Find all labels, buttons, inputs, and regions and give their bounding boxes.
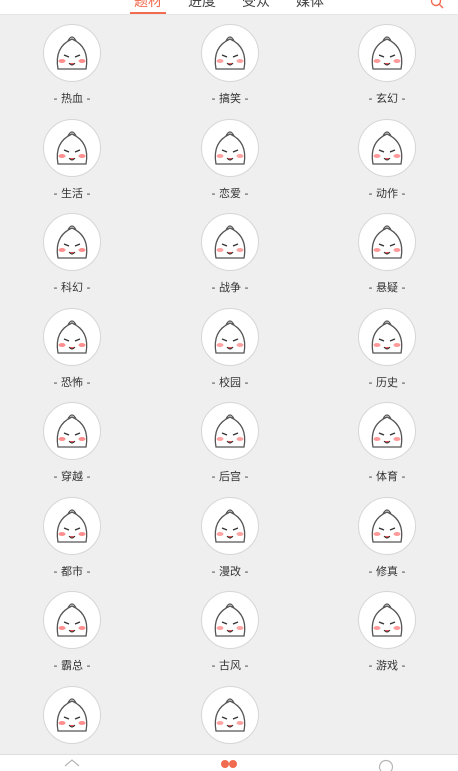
genre-item[interactable]: - 后宫 - xyxy=(170,392,290,486)
tab-progress[interactable]: 进度 xyxy=(184,0,220,14)
horror-icon xyxy=(43,308,101,366)
war-icon xyxy=(201,213,259,271)
genre-item[interactable]: - 动作 - xyxy=(327,109,447,203)
romance-icon xyxy=(201,119,259,177)
genre-label: - 游戏 - xyxy=(368,659,406,672)
genre-label: - 穿越 - xyxy=(53,470,91,483)
genre-label: - 历史 - xyxy=(368,376,406,389)
genre-label: - 修真 - xyxy=(368,565,406,578)
genre-item[interactable] xyxy=(12,676,132,755)
tab-audience[interactable]: 受众 xyxy=(238,0,274,14)
genre-label: - 玄幻 - xyxy=(368,92,406,105)
harem-icon xyxy=(201,402,259,460)
genre-item[interactable]: - 漫改 - xyxy=(170,487,290,581)
genre-label: - 热血 - xyxy=(53,92,91,105)
genre-item[interactable]: - 玄幻 - xyxy=(327,14,447,108)
genre-label: - 后宫 - xyxy=(211,470,249,483)
search-icon[interactable] xyxy=(430,0,444,13)
life-icon xyxy=(43,119,101,177)
genre-label: - 战争 - xyxy=(211,281,249,294)
genre-label: - 动作 - xyxy=(368,187,406,200)
genre-item[interactable]: - 热血 - xyxy=(12,14,132,108)
genre-label: - 恋爱 - xyxy=(211,187,249,200)
genre-label: - 悬疑 - xyxy=(368,281,406,294)
extra-genre-icon-2 xyxy=(201,686,259,744)
game-icon xyxy=(358,591,416,649)
sci-fi-icon xyxy=(43,213,101,271)
tab-list: 题材 进度 受众 媒体 xyxy=(0,0,458,14)
fantasy-icon xyxy=(358,24,416,82)
genre-label: - 校园 - xyxy=(211,376,249,389)
genre-item[interactable]: - 科幻 - xyxy=(12,203,132,297)
extra-genre-icon-1 xyxy=(43,686,101,744)
genre-item[interactable]: - 历史 - xyxy=(327,298,447,392)
genre-item[interactable]: - 校园 - xyxy=(170,298,290,392)
campus-icon xyxy=(201,308,259,366)
genre-item[interactable]: - 霸总 - xyxy=(12,581,132,675)
funny-icon xyxy=(201,24,259,82)
profile-icon[interactable] xyxy=(376,757,396,771)
history-icon xyxy=(358,308,416,366)
hot-blood-icon xyxy=(43,24,101,82)
genre-item[interactable]: - 游戏 - xyxy=(327,581,447,675)
genre-item[interactable]: - 体育 - xyxy=(327,392,447,486)
genre-label: - 漫改 - xyxy=(211,565,249,578)
genre-item[interactable]: - 恋爱 - xyxy=(170,109,290,203)
suspense-icon xyxy=(358,213,416,271)
genre-item[interactable]: - 搞笑 - xyxy=(170,14,290,108)
genre-item[interactable] xyxy=(170,676,290,755)
genre-label: - 都市 - xyxy=(53,565,91,578)
genre-label: - 恐怖 - xyxy=(53,376,91,389)
manga-adaptation-icon xyxy=(201,497,259,555)
genre-label: - 生活 - xyxy=(53,187,91,200)
genre-item[interactable]: - 穿越 - xyxy=(12,392,132,486)
genre-item[interactable]: - 修真 - xyxy=(327,487,447,581)
genre-label: - 科幻 - xyxy=(53,281,91,294)
tab-media[interactable]: 媒体 xyxy=(292,0,328,14)
ceo-icon xyxy=(43,591,101,649)
genre-item[interactable]: - 生活 - xyxy=(12,109,132,203)
genre-label: - 霸总 - xyxy=(53,659,91,672)
time-travel-icon xyxy=(43,402,101,460)
genre-item[interactable]: - 恐怖 - xyxy=(12,298,132,392)
genre-label: - 古风 - xyxy=(211,659,249,672)
tab-theme[interactable]: 题材 xyxy=(130,0,166,14)
bottom-nav-bar xyxy=(0,754,458,771)
genre-item[interactable]: - 古风 - xyxy=(170,581,290,675)
genre-item[interactable]: - 战争 - xyxy=(170,203,290,297)
cultivation-icon xyxy=(358,497,416,555)
ancient-style-icon xyxy=(201,591,259,649)
genre-item[interactable]: - 悬疑 - xyxy=(327,203,447,297)
home-icon[interactable] xyxy=(62,757,82,771)
genre-label: - 体育 - xyxy=(368,470,406,483)
action-icon xyxy=(358,119,416,177)
genre-label: - 搞笑 - xyxy=(211,92,249,105)
category-icon[interactable] xyxy=(219,757,239,771)
urban-icon xyxy=(43,497,101,555)
top-tab-bar: 题材 进度 受众 媒体 xyxy=(0,0,458,15)
genre-item[interactable]: - 都市 - xyxy=(12,487,132,581)
genre-grid: - 热血 - - 搞笑 - - 玄幻 - - 生活 - - 恋爱 - - 动作 - - 科幻… xyxy=(0,14,458,755)
sports-icon xyxy=(358,402,416,460)
